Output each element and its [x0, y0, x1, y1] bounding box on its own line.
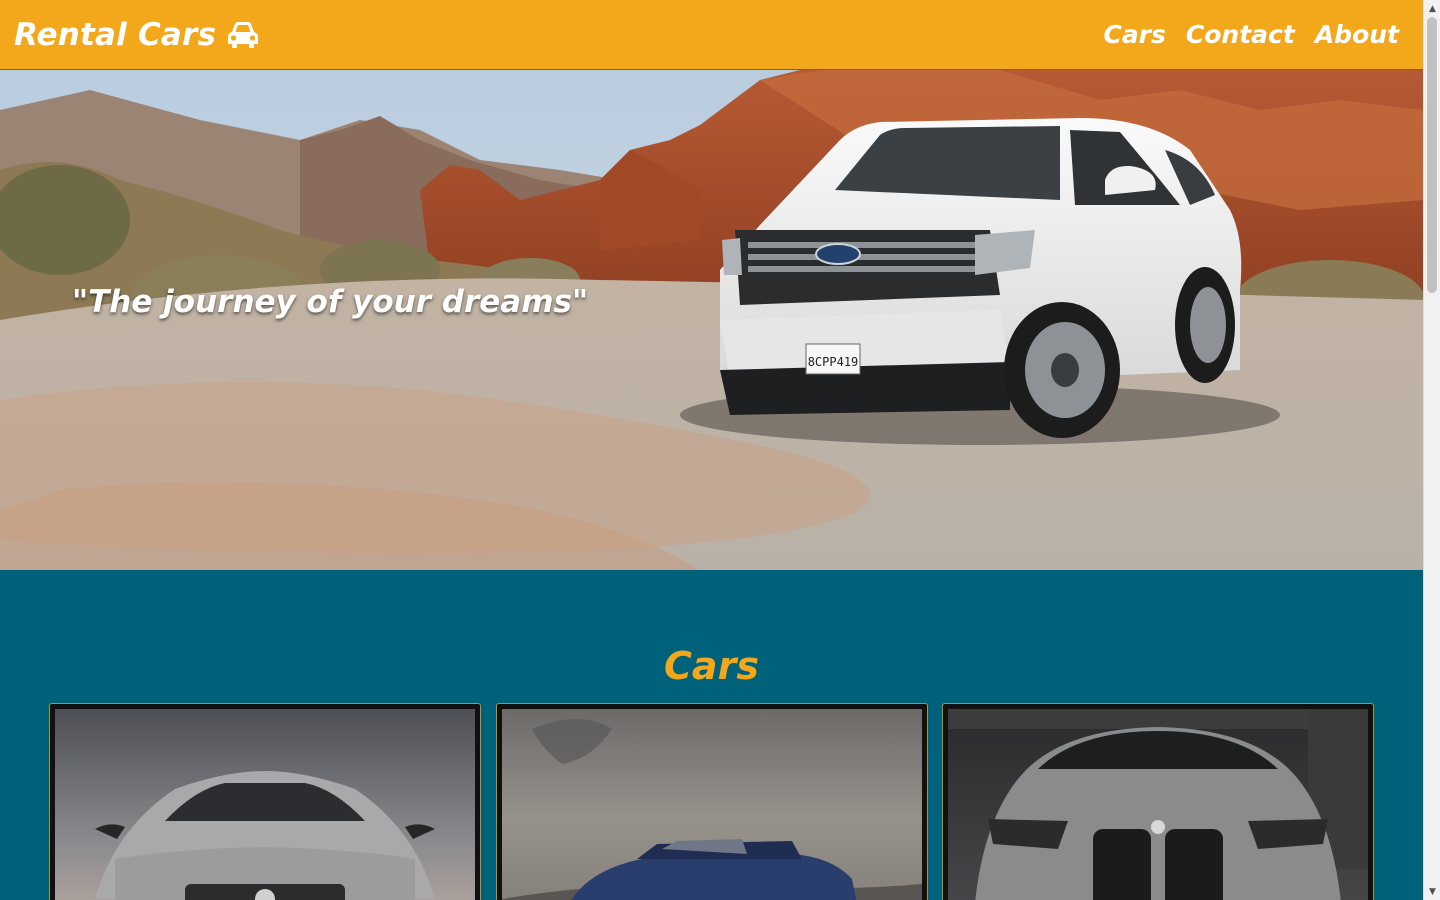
scroll-up-arrow-icon[interactable]: ▲ — [1424, 0, 1440, 17]
main-nav: Cars Contact About — [1103, 20, 1399, 49]
hero-quote: "The journey of your dreams" — [72, 284, 589, 320]
brand-logo[interactable]: Rental Cars — [14, 17, 260, 53]
car-card-3[interactable] — [942, 703, 1374, 900]
page: Rental Cars Cars Contact About 8CPP419 "… — [0, 0, 1423, 900]
hero-image: 8CPP419 — [0, 70, 1423, 570]
top-navbar: Rental Cars Cars Contact About — [0, 0, 1423, 70]
car-card-1-photo — [55, 709, 475, 900]
grey-sports-sedan-image — [948, 709, 1368, 900]
car-card-2[interactable] — [496, 703, 928, 900]
cars-section-title: Cars — [664, 644, 759, 688]
car-card-1[interactable] — [49, 703, 481, 900]
license-plate-text: 8CPP419 — [808, 355, 859, 369]
car-card-3-photo — [948, 709, 1368, 900]
nav-link-cars[interactable]: Cars — [1103, 20, 1165, 49]
cars-section: Cars — [0, 570, 1423, 900]
car-card-2-photo — [502, 709, 922, 900]
car-icon — [228, 21, 259, 48]
nav-link-about[interactable]: About — [1315, 20, 1399, 49]
page-scrollbar[interactable]: ▲ ▼ — [1423, 0, 1440, 900]
brand-text: Rental Cars — [14, 16, 217, 53]
nav-link-contact[interactable]: Contact — [1186, 20, 1295, 49]
scroll-down-arrow-icon[interactable]: ▼ — [1424, 883, 1440, 900]
scroll-thumb[interactable] — [1427, 17, 1437, 293]
silver-sedan-image — [55, 709, 475, 900]
hero-banner: 8CPP419 "The journey of your dreams" — [0, 70, 1423, 570]
blue-pickup-image — [502, 709, 922, 900]
